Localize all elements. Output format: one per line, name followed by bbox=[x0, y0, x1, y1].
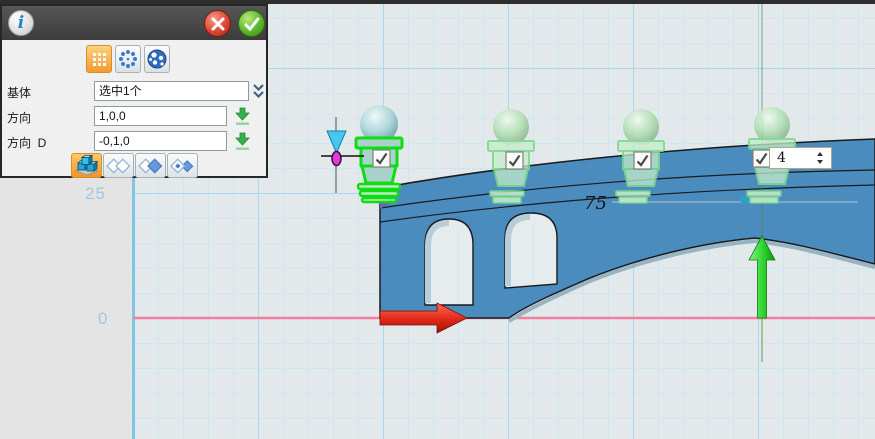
base-label: 基体 bbox=[7, 84, 31, 101]
tab-circular-pattern[interactable] bbox=[115, 45, 141, 73]
bridge-window-right bbox=[505, 213, 557, 288]
instance-checkbox-4[interactable] bbox=[753, 150, 770, 167]
cube-stack-icon bbox=[74, 155, 100, 176]
spinner-down-icon[interactable] bbox=[816, 159, 824, 165]
application-window: 75 bbox=[0, 0, 875, 439]
y-axis-label-25: 25 bbox=[85, 184, 106, 204]
confirm-button[interactable] bbox=[238, 10, 265, 37]
linear-pattern-icon bbox=[90, 50, 108, 68]
confirm-icon bbox=[244, 17, 260, 31]
direction-d-field[interactable]: -0,1,0 bbox=[94, 131, 227, 151]
instance-checkbox-2[interactable] bbox=[506, 152, 523, 169]
y-axis-label-0: 0 bbox=[98, 309, 108, 329]
pattern-dialog: i bbox=[0, 4, 268, 178]
rotation-ring-icon[interactable] bbox=[332, 152, 341, 166]
dialog-titlebar[interactable]: i bbox=[2, 6, 266, 40]
sphere-pattern-icon bbox=[147, 49, 167, 69]
circular-pattern-icon bbox=[118, 49, 138, 69]
instance-checkbox-3[interactable] bbox=[634, 152, 651, 169]
diamond-blue-icon bbox=[137, 156, 164, 176]
bridge-window-left bbox=[425, 219, 473, 305]
dimension-value[interactable]: 75 bbox=[584, 193, 607, 214]
result-style-tabs bbox=[71, 153, 198, 178]
count-spinner[interactable]: 4 bbox=[769, 147, 832, 169]
tab-diamond-blue[interactable] bbox=[135, 153, 166, 178]
y-direction-arrow[interactable] bbox=[749, 236, 775, 318]
pick-direction-button[interactable] bbox=[233, 106, 252, 132]
tab-linear-pattern[interactable] bbox=[86, 45, 112, 73]
spinner-up-icon[interactable] bbox=[816, 151, 824, 157]
tab-solid-result[interactable] bbox=[71, 153, 102, 178]
pick-direction-d-button[interactable] bbox=[233, 131, 252, 157]
tab-diamond-dot[interactable] bbox=[167, 153, 198, 178]
direction-label: 方向 bbox=[7, 109, 31, 126]
expand-chevron-icon bbox=[250, 81, 267, 101]
info-icon[interactable]: i bbox=[8, 10, 34, 36]
diamond-pair-icon bbox=[105, 156, 132, 176]
pick-direction-icon bbox=[233, 131, 252, 152]
pattern-type-tabs bbox=[86, 45, 170, 73]
cancel-icon bbox=[211, 17, 225, 31]
direction-manipulator[interactable] bbox=[321, 117, 364, 193]
instance-checkbox-1[interactable] bbox=[373, 150, 390, 167]
cancel-button[interactable] bbox=[204, 10, 231, 37]
base-selection-field[interactable]: 选中1个 bbox=[94, 81, 249, 101]
expand-button[interactable] bbox=[250, 81, 267, 106]
axis-arrow-down-icon[interactable] bbox=[327, 131, 346, 153]
tab-sphere-pattern[interactable] bbox=[144, 45, 170, 73]
direction-d-label: 方向 D bbox=[7, 134, 46, 151]
pick-direction-icon bbox=[233, 106, 252, 127]
count-value[interactable]: 4 bbox=[770, 150, 812, 166]
diamond-dot-icon bbox=[169, 156, 196, 176]
direction-field[interactable]: 1,0,0 bbox=[94, 106, 227, 126]
tab-diamond-pair[interactable] bbox=[103, 153, 134, 178]
spinner-arrows[interactable] bbox=[812, 151, 831, 165]
